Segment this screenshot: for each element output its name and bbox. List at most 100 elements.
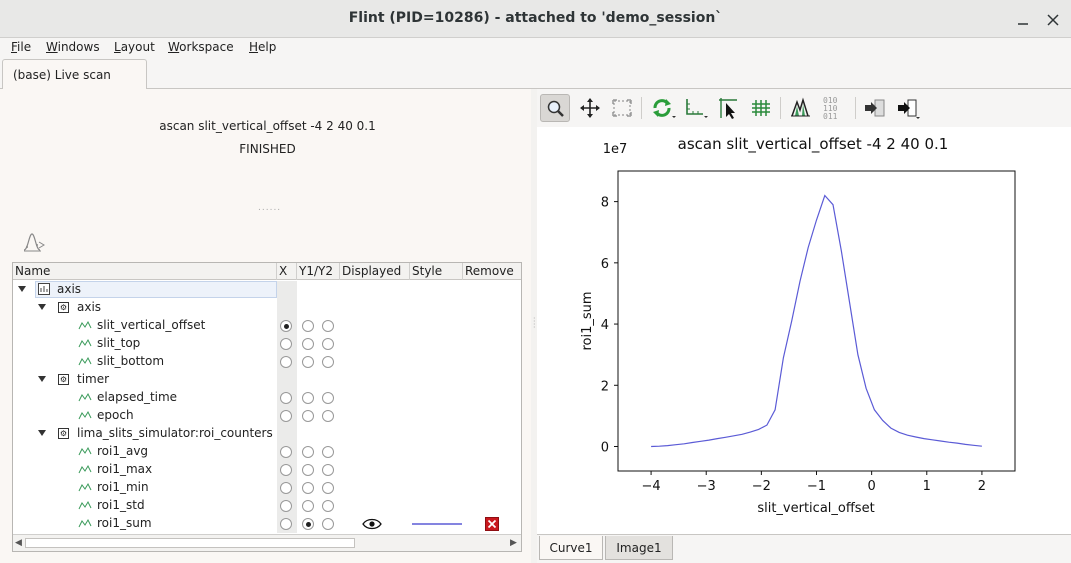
export-button[interactable] xyxy=(860,94,890,122)
grid-button[interactable] xyxy=(746,94,776,122)
axes-options-button[interactable] xyxy=(680,94,710,122)
menu-layout[interactable]: Layout xyxy=(114,40,155,54)
y2-axis-radio[interactable] xyxy=(322,482,334,494)
tree-row-timer-group[interactable]: ⚙ timer xyxy=(13,371,521,389)
x-axis-radio[interactable] xyxy=(280,482,292,494)
x-axis-radio[interactable] xyxy=(280,518,292,530)
zoom-button[interactable] xyxy=(540,94,570,122)
column-remove[interactable]: Remove xyxy=(463,263,521,280)
y2-axis-radio[interactable] xyxy=(322,320,334,332)
column-x[interactable]: X xyxy=(277,263,297,280)
y2-axis-radio[interactable] xyxy=(322,518,334,530)
data-button[interactable]: 010 110 011 xyxy=(819,94,849,122)
tree-row-axis-group[interactable]: ⚙ axis xyxy=(13,299,521,317)
x-axis-radio[interactable] xyxy=(280,500,292,512)
close-window-button[interactable] xyxy=(1042,9,1064,31)
plot-tabbar: Curve1 Image1 xyxy=(537,534,1071,563)
x-axis-radio[interactable] xyxy=(280,392,292,404)
toolbar-separator xyxy=(855,97,856,119)
tree-label: roi1_max xyxy=(97,462,153,476)
tree-row-roi1-max[interactable]: roi1_max xyxy=(13,461,521,479)
y2-axis-radio[interactable] xyxy=(322,392,334,404)
y2-axis-radio[interactable] xyxy=(322,500,334,512)
y1-axis-radio[interactable] xyxy=(302,320,314,332)
menu-file[interactable]: File xyxy=(11,40,31,54)
curve-fit-button[interactable] xyxy=(21,230,47,257)
y1-axis-radio[interactable] xyxy=(302,518,314,530)
scrollbar-thumb[interactable] xyxy=(25,538,355,548)
splitter-handle[interactable]: ...... xyxy=(258,203,281,213)
y2-axis-radio[interactable] xyxy=(322,338,334,350)
tree-row-elapsed-time[interactable]: elapsed_time xyxy=(13,389,521,407)
curve-stats-button[interactable] xyxy=(786,94,816,122)
tree-row-slit-bottom[interactable]: slit_bottom xyxy=(13,353,521,371)
expand-arrow-icon[interactable] xyxy=(18,286,26,292)
x-axis-radio[interactable] xyxy=(280,320,292,332)
window-titlebar: Flint (PID=10286) - attached to 'demo_se… xyxy=(0,0,1071,38)
splitter-grip[interactable]: · · · · xyxy=(533,315,536,332)
x-axis-radio[interactable] xyxy=(280,338,292,350)
y2-axis-radio[interactable] xyxy=(322,464,334,476)
eye-icon[interactable] xyxy=(362,518,382,530)
scroll-left-icon[interactable]: ◀ xyxy=(15,538,22,548)
y1-axis-radio[interactable] xyxy=(302,464,314,476)
menu-workspace[interactable]: Workspace xyxy=(168,40,234,54)
y2-axis-radio[interactable] xyxy=(322,446,334,458)
y1-axis-radio[interactable] xyxy=(302,356,314,368)
auto-scale-button[interactable] xyxy=(607,94,637,122)
tab-live-scan[interactable]: (base) Live scan xyxy=(2,59,147,90)
plot-toolbar: 010 110 011 xyxy=(537,89,1071,127)
x-axis-radio[interactable] xyxy=(280,446,292,458)
column-displayed[interactable]: Displayed xyxy=(340,263,410,280)
pan-button[interactable] xyxy=(575,94,605,122)
tree-row-roi1-min[interactable]: roi1_min xyxy=(13,479,521,497)
tab-image1[interactable]: Image1 xyxy=(605,536,673,560)
tree-row-epoch[interactable]: epoch xyxy=(13,407,521,425)
column-y1y2[interactable]: Y1/Y2 xyxy=(297,263,340,280)
channel-curve-icon xyxy=(78,446,92,456)
expand-arrow-icon[interactable] xyxy=(38,304,46,310)
tree-horizontal-scrollbar[interactable]: ◀ ▶ xyxy=(13,534,521,551)
tree-row-roi1-std[interactable]: roi1_std xyxy=(13,497,521,515)
export-menu-button[interactable] xyxy=(893,94,923,122)
expand-arrow-icon[interactable] xyxy=(38,430,46,436)
plot-area[interactable]: ascan slit_vertical_offset -4 2 40 0.1 1… xyxy=(537,127,1071,533)
y1-axis-radio[interactable] xyxy=(302,338,314,350)
menu-help[interactable]: Help xyxy=(249,40,276,54)
tab-curve1[interactable]: Curve1 xyxy=(539,536,603,560)
refresh-button[interactable] xyxy=(647,94,677,122)
y1-axis-radio[interactable] xyxy=(302,392,314,404)
x-tick-label: −3 xyxy=(697,479,716,494)
tree-row-axis-root[interactable]: axis xyxy=(13,281,521,299)
tree-row-slit-top[interactable]: slit_top xyxy=(13,335,521,353)
line-chart[interactable]: ascan slit_vertical_offset -4 2 40 0.1 1… xyxy=(537,127,1071,533)
cursor-icon xyxy=(719,98,737,119)
pan-icon xyxy=(580,98,600,118)
cursor-button[interactable] xyxy=(713,94,743,122)
y1-axis-radio[interactable] xyxy=(302,410,314,422)
y2-axis-radio[interactable] xyxy=(322,356,334,368)
scroll-right-icon[interactable]: ▶ xyxy=(510,538,517,548)
x-axis-radio[interactable] xyxy=(280,356,292,368)
y1-axis-radio[interactable] xyxy=(302,482,314,494)
y2-axis-radio[interactable] xyxy=(322,410,334,422)
tree-row-slit-vertical-offset[interactable]: slit_vertical_offset xyxy=(13,317,521,335)
tree-row-roi1-sum[interactable]: roi1_sum xyxy=(13,515,521,533)
menu-windows[interactable]: Windows xyxy=(46,40,100,54)
expand-arrow-icon[interactable] xyxy=(38,376,46,382)
x-axis-radio[interactable] xyxy=(280,410,292,422)
y1-axis-radio[interactable] xyxy=(302,446,314,458)
minimize-button[interactable] xyxy=(1012,9,1034,31)
x-axis-radio[interactable] xyxy=(280,464,292,476)
toolbar-separator xyxy=(641,97,642,119)
tree-row-roi1-avg[interactable]: roi1_avg xyxy=(13,443,521,461)
style-line-preview[interactable] xyxy=(411,519,463,529)
workspace-tabbar: (base) Live scan xyxy=(0,58,1071,90)
y1-axis-radio[interactable] xyxy=(302,500,314,512)
column-name[interactable]: Name xyxy=(13,263,277,280)
tree-row-roi-counters-group[interactable]: ⚙ lima_slits_simulator:roi_counters xyxy=(13,425,521,443)
channel-curve-icon xyxy=(78,500,92,510)
column-style[interactable]: Style xyxy=(410,263,463,280)
channel-tree[interactable]: Name X Y1/Y2 Displayed Style Remove axis… xyxy=(12,262,522,552)
remove-icon[interactable] xyxy=(485,517,499,531)
